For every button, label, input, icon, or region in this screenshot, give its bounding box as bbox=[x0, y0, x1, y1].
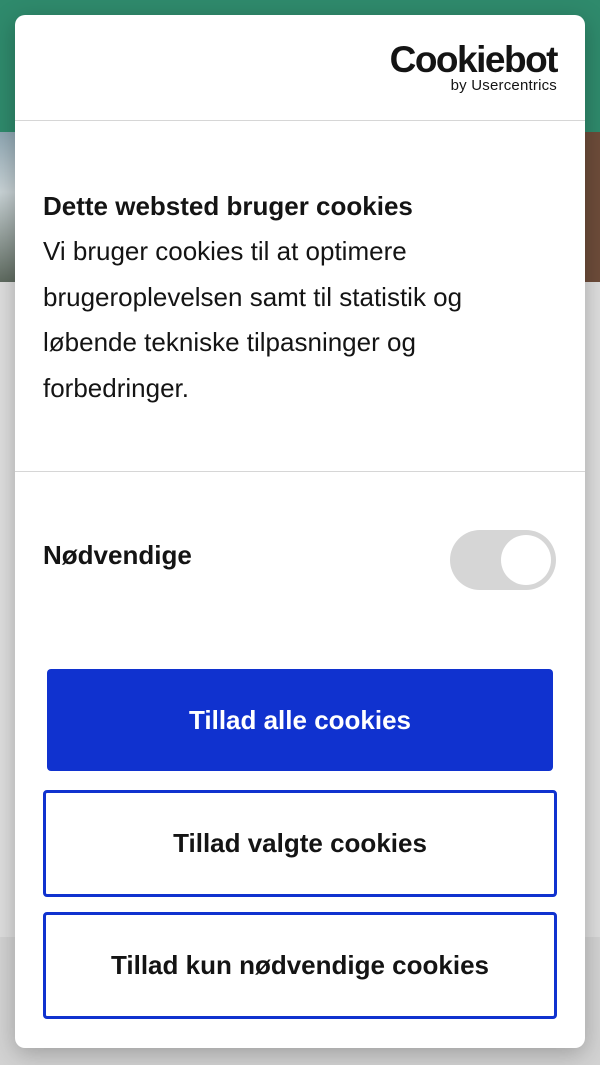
cookie-consent-dialog: Cookiebot by Usercentrics Dette websted … bbox=[15, 15, 585, 1048]
necessary-toggle-row: Nødvendige bbox=[15, 472, 585, 642]
logo-byline: by Usercentrics bbox=[450, 77, 557, 94]
dialog-description: Vi bruger cookies til at optimere bruger… bbox=[43, 236, 463, 403]
dialog-header: Cookiebot by Usercentrics bbox=[15, 15, 585, 121]
cookiebot-logo[interactable]: Cookiebot by Usercentrics bbox=[389, 39, 559, 94]
dialog-title: Dette websted bruger cookies bbox=[43, 191, 413, 221]
allow-selected-cookies-button[interactable]: Tillad valgte cookies bbox=[43, 790, 557, 897]
logo-wordmark: Cookiebot bbox=[389, 39, 559, 80]
necessary-toggle[interactable] bbox=[450, 530, 556, 590]
allow-necessary-cookies-button[interactable]: Tillad kun nødvendige cookies bbox=[43, 912, 557, 1019]
allow-all-cookies-button[interactable]: Tillad alle cookies bbox=[47, 669, 553, 771]
dialog-body: Dette websted bruger cookies Vi bruger c… bbox=[15, 121, 585, 472]
necessary-toggle-label: Nødvendige bbox=[43, 540, 192, 570]
background-building-image bbox=[0, 132, 16, 282]
toggle-knob bbox=[501, 535, 551, 585]
